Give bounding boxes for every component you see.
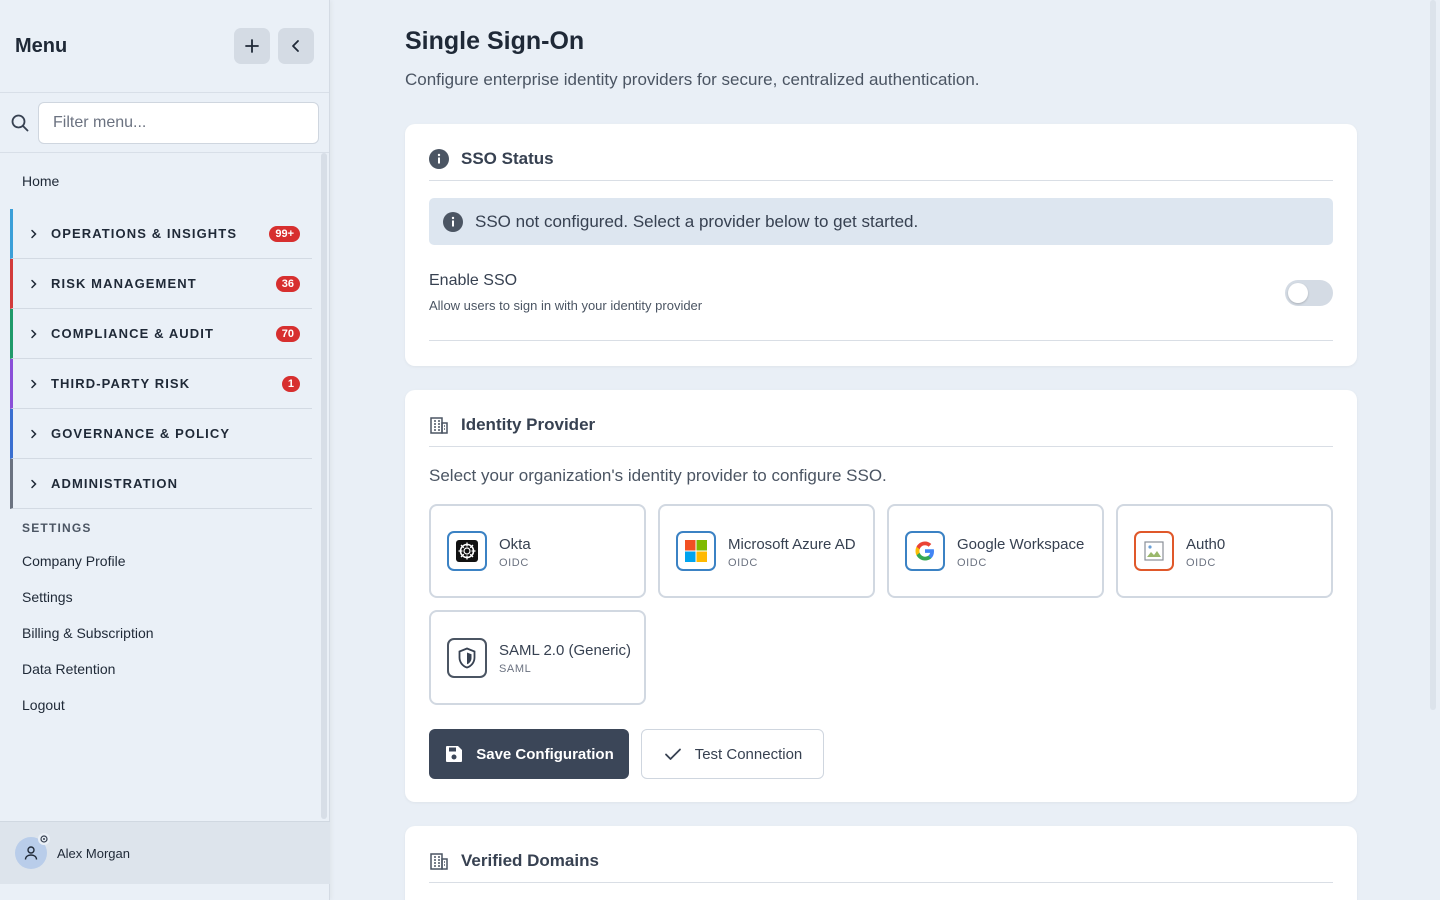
sidebar-search [0,93,329,153]
provider-protocol: OIDC [957,556,987,569]
page-scrollbar[interactable] [1430,0,1436,710]
save-configuration-button[interactable]: Save Configuration [429,729,629,779]
verified-domains-card: Verified Domains [405,826,1357,900]
provider-name: Auth0 [1186,535,1226,553]
sidebar-item-home[interactable]: Home [0,153,320,209]
card-header: Verified Domains [429,826,1333,883]
provider-okta[interactable]: Okta OIDC [429,504,646,598]
search-icon [10,113,30,133]
add-button[interactable] [234,28,270,64]
provider-name: Okta [499,535,531,553]
provider-saml-generic[interactable]: SAML 2.0 (Generic) SAML [429,610,646,705]
microsoft-icon [676,531,716,571]
provider-name: Microsoft Azure AD [728,535,856,553]
sso-status-card: SSO Status SSO not configured. Select a … [405,124,1357,366]
sidebar-group-label: ADMINISTRATION [51,476,179,491]
filter-menu-input[interactable] [38,101,319,144]
collapse-sidebar-button[interactable] [278,28,314,64]
chevron-right-icon [29,229,39,239]
save-configuration-label: Save Configuration [476,745,614,763]
chevron-right-icon [29,279,39,289]
settings-section-label: SETTINGS [22,521,92,535]
alert-text: SSO not configured. Select a provider be… [475,211,919,231]
sidebar-group-label: OPERATIONS & INSIGHTS [51,226,238,241]
main-content: Single Sign-On Configure enterprise iden… [330,0,1440,900]
sidebar: Menu Home OPERATIONS & INSIGHTS 99+ RISK… [0,0,330,900]
user-name: Alex Morgan [57,845,130,861]
provider-grid: Okta OIDC Microsoft Azure AD OIDC Google… [429,504,1333,705]
toggle-knob [1288,282,1308,303]
provider-name: Google Workspace [957,535,1085,553]
count-badge: 99+ [269,225,300,242]
provider-protocol: OIDC [728,556,758,569]
sso-status-alert: SSO not configured. Select a provider be… [429,198,1333,245]
sidebar-item-logout[interactable]: Logout [0,687,320,723]
page-title: Single Sign-On [405,27,585,55]
sidebar-nav: Home OPERATIONS & INSIGHTS 99+ RISK MANA… [0,153,320,820]
sidebar-group-risk-management[interactable]: RISK MANAGEMENT 36 [10,259,312,309]
sidebar-header: Menu [0,0,329,93]
card-title: SSO Status [461,149,554,168]
sidebar-item-settings[interactable]: Settings [0,579,320,615]
plus-icon [245,39,259,53]
chevron-right-icon [29,329,39,339]
chevron-right-icon [29,479,39,489]
test-connection-label: Test Connection [694,745,803,763]
enable-sso-row: Enable SSO Allow users to sign in with y… [429,245,1333,341]
sidebar-item-company-profile[interactable]: Company Profile [0,543,320,579]
enable-sso-label: Enable SSO [429,272,518,289]
sidebar-group-operations-insights[interactable]: OPERATIONS & INSIGHTS 99+ [10,209,312,259]
user-icon [24,846,38,860]
sidebar-group-compliance-audit[interactable]: COMPLIANCE & AUDIT 70 [10,309,312,359]
google-icon [905,531,945,571]
count-badge: 70 [275,325,300,342]
sidebar-group-label: COMPLIANCE & AUDIT [51,326,215,341]
sidebar-item-billing[interactable]: Billing & Subscription [0,615,320,651]
check-icon [664,748,681,760]
count-badge: 36 [275,275,300,292]
chevron-right-icon [29,429,39,439]
chevron-right-icon [29,379,39,389]
identity-provider-card: Identity Provider Select your organizati… [405,390,1357,802]
sidebar-scrollbar[interactable] [321,153,327,819]
identity-provider-description: Select your organization's identity prov… [429,466,887,485]
info-icon [429,149,449,169]
sidebar-group-third-party-risk[interactable]: THIRD-PARTY RISK 1 [10,359,312,409]
provider-google-workspace[interactable]: Google Workspace OIDC [887,504,1104,598]
sidebar-group-label: GOVERNANCE & POLICY [51,426,231,441]
avatar [15,833,50,869]
gear-icon [38,833,50,845]
broken-image-icon [1134,531,1174,571]
provider-protocol: SAML [499,663,532,675]
provider-azure-ad[interactable]: Microsoft Azure AD OIDC [658,504,875,598]
chevron-left-icon [292,40,299,52]
card-header: SSO Status [429,124,1333,181]
card-title: Verified Domains [461,851,599,870]
info-icon [443,211,463,232]
sidebar-title: Menu [15,34,68,57]
provider-auth0[interactable]: Auth0 OIDC [1116,504,1333,598]
card-header: Identity Provider [429,390,1333,447]
user-profile[interactable]: Alex Morgan [0,821,330,884]
provider-protocol: OIDC [499,556,529,569]
building-icon [429,415,449,435]
provider-name: SAML 2.0 (Generic) [499,642,631,659]
save-icon [446,746,463,762]
sidebar-group-governance-policy[interactable]: GOVERNANCE & POLICY [10,409,312,459]
provider-protocol: OIDC [1186,556,1216,569]
shield-icon [447,637,487,678]
sidebar-group-administration[interactable]: ADMINISTRATION [10,459,312,509]
page-subtitle: Configure enterprise identity providers … [405,70,980,89]
action-buttons: Save Configuration Test Connection [429,729,1333,779]
enable-sso-toggle[interactable] [1285,279,1333,306]
sidebar-group-label: RISK MANAGEMENT [51,276,197,291]
sidebar-group-label: THIRD-PARTY RISK [51,376,191,391]
enable-sso-description: Allow users to sign in with your identit… [429,298,703,313]
count-badge: 1 [281,375,300,392]
sidebar-item-data-retention[interactable]: Data Retention [0,651,320,687]
card-title: Identity Provider [461,415,596,434]
okta-icon [447,531,487,571]
building-icon [429,851,449,871]
test-connection-button[interactable]: Test Connection [641,729,824,779]
